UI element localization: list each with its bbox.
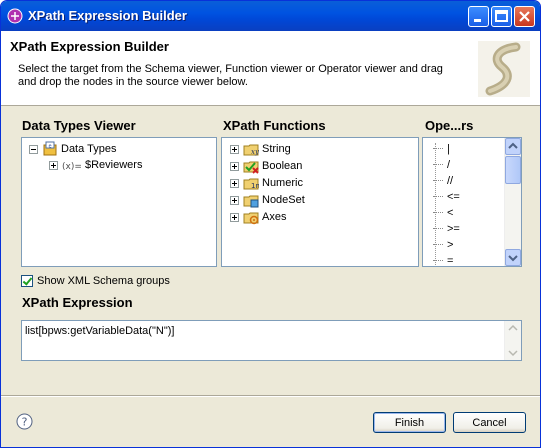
data-types-tree[interactable]: e Data Types (x)= $Reviewers (21, 137, 217, 267)
help-icon[interactable]: ? (16, 413, 33, 430)
function-item-label: Boolean (262, 160, 303, 172)
tree-connector (433, 212, 443, 213)
svg-text:e: e (48, 144, 51, 150)
operators-title: Ope...rs (425, 118, 474, 133)
operator-label: <= (447, 190, 460, 203)
tree-connector (433, 196, 443, 197)
expand-icon[interactable] (230, 161, 239, 171)
header-title: XPath Expression Builder (10, 39, 169, 54)
scroll-down-button[interactable] (505, 249, 521, 266)
function-item-label: Axes (262, 211, 287, 223)
svg-text:(x)=: (x)= (62, 162, 82, 172)
chevron-up-icon (508, 142, 518, 149)
show-schema-groups-checkbox[interactable] (21, 275, 33, 287)
svg-text:?: ? (22, 416, 28, 429)
tree-connector (433, 164, 443, 165)
expand-icon[interactable] (49, 160, 58, 170)
expression-title: XPath Expression (22, 295, 133, 310)
operator-label: | (447, 142, 450, 155)
header-description: Select the target from the Schema viewer… (18, 63, 443, 88)
nodeset-function-icon (243, 195, 259, 208)
minimize-button[interactable] (468, 6, 489, 27)
tree-item-reviewers[interactable]: (x)= $Reviewers (49, 157, 142, 173)
tree-item-label: $Reviewers (85, 159, 143, 171)
scroll-arrows-icon (508, 324, 518, 357)
operator-item[interactable]: <= (433, 189, 460, 204)
operator-label: / (447, 158, 451, 171)
close-button[interactable] (514, 6, 535, 27)
dialog-header: XPath Expression Builder Select the targ… (1, 31, 540, 106)
data-types-title: Data Types Viewer (22, 118, 136, 133)
function-item-label: String (262, 143, 291, 155)
function-item-numeric[interactable]: 1n Numeric (230, 175, 303, 191)
expression-scrollbar[interactable] (504, 321, 521, 360)
operator-label: < (447, 206, 454, 219)
footer-separator (1, 395, 540, 397)
cancel-button[interactable]: Cancel (453, 412, 526, 433)
svg-text:1n: 1n (251, 182, 259, 190)
close-icon (519, 11, 530, 22)
operator-item[interactable]: > (433, 237, 453, 252)
operators-scrollbar[interactable] (504, 138, 521, 266)
expression-editor[interactable]: list[bpws:getVariableData("N")] (21, 320, 522, 361)
operator-label: >= (447, 222, 460, 235)
functions-title: XPath Functions (223, 118, 326, 133)
function-item-label: Numeric (262, 177, 303, 189)
variable-icon: (x)= (62, 162, 82, 172)
function-item-nodeset[interactable]: NodeSet (230, 192, 305, 208)
dialog-window: XPath Expression Builder XPath Expressio… (0, 0, 541, 448)
operator-item[interactable]: < (433, 205, 453, 220)
svg-text:xy: xy (251, 148, 259, 156)
operator-label: = (447, 254, 454, 267)
operator-item[interactable]: / (433, 157, 450, 172)
title-bar[interactable]: XPath Expression Builder (1, 1, 540, 31)
expand-icon[interactable] (230, 144, 239, 154)
tree-connector (433, 260, 443, 261)
expand-icon[interactable] (230, 178, 239, 188)
function-item-string[interactable]: xy String (230, 141, 291, 157)
maximize-button[interactable] (491, 6, 512, 27)
boolean-function-icon (243, 161, 259, 174)
show-schema-groups-label: Show XML Schema groups (37, 275, 170, 287)
operator-item[interactable]: = (433, 253, 454, 267)
operator-label: // (447, 174, 454, 187)
numeric-function-icon: 1n (243, 178, 259, 190)
tree-item-data-types[interactable]: e Data Types (29, 141, 116, 157)
string-function-icon: xy (243, 144, 259, 156)
functions-tree[interactable]: xy String Boolean 1n Numeric NodeSet Axe… (221, 137, 419, 267)
collapse-icon[interactable] (29, 144, 38, 154)
function-item-boolean[interactable]: Boolean (230, 158, 302, 174)
operators-list[interactable]: | / // <= < >= > = (422, 137, 522, 267)
operator-item[interactable]: >= (433, 221, 460, 236)
expression-text[interactable]: list[bpws:getVariableData("N")] (25, 325, 174, 337)
function-item-axes[interactable]: Axes (230, 209, 286, 225)
tree-item-label: Data Types (61, 143, 117, 155)
finish-button[interactable]: Finish (373, 412, 446, 433)
data-types-icon: e (43, 141, 57, 156)
function-item-label: NodeSet (262, 194, 305, 206)
axes-function-icon (243, 212, 259, 225)
tree-connector (433, 244, 443, 245)
expand-icon[interactable] (230, 195, 239, 205)
tree-connector (433, 180, 443, 181)
maximize-icon (495, 10, 508, 22)
minimize-icon (474, 19, 481, 22)
chevron-down-icon (508, 255, 518, 262)
wizard-logo-icon (478, 41, 530, 97)
operator-item[interactable]: | (433, 141, 450, 156)
tree-connector (433, 148, 443, 149)
tree-connector (433, 228, 443, 229)
scroll-up-button[interactable] (505, 138, 521, 155)
scroll-thumb[interactable] (505, 156, 521, 184)
app-icon (7, 8, 23, 24)
window-title: XPath Expression Builder (28, 8, 187, 23)
expand-icon[interactable] (230, 212, 239, 222)
operator-item[interactable]: // (433, 173, 453, 188)
operator-label: > (447, 238, 454, 251)
